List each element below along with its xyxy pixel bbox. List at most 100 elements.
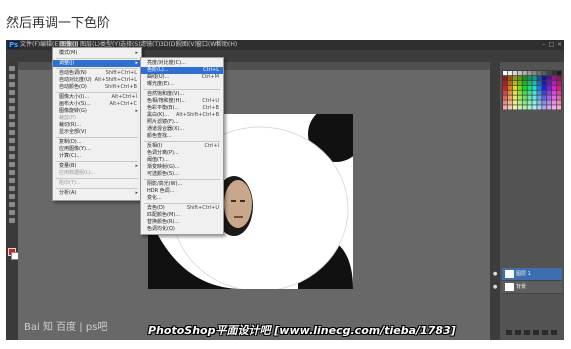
layer-row-background[interactable]: ● 背景 xyxy=(493,281,562,294)
color-swatch[interactable] xyxy=(547,90,552,95)
color-swatch[interactable] xyxy=(552,75,557,81)
color-swatch[interactable] xyxy=(537,105,542,110)
color-swatch[interactable] xyxy=(512,85,517,90)
history-brush-tool-icon[interactable] xyxy=(9,138,15,143)
menu-item-duplicate[interactable]: 复制(D)... xyxy=(53,139,141,146)
new-group-icon[interactable] xyxy=(533,330,539,335)
color-swatch[interactable] xyxy=(537,90,542,95)
color-swatch[interactable] xyxy=(542,105,547,110)
menu-item-crop[interactable]: 裁剪(P) xyxy=(53,115,141,122)
color-swatch[interactable] xyxy=(552,105,557,110)
color-swatch[interactable] xyxy=(522,90,527,95)
color-swatch[interactable] xyxy=(517,90,522,95)
menu-item-channel-mixer[interactable]: 通道混合器(X)... xyxy=(141,126,223,133)
menu-item-shadows-highlights[interactable]: 阴影/高光(W)... xyxy=(141,181,223,188)
color-swatch[interactable] xyxy=(537,80,542,85)
menu-item-gradient-map[interactable]: 渐变映射(G)... xyxy=(141,164,223,171)
color-swatch[interactable] xyxy=(522,71,527,76)
color-swatch[interactable] xyxy=(527,105,532,110)
menu-item-image-size[interactable]: 图像大小(I)... Alt+Ctrl+I xyxy=(53,94,141,101)
hand-tool-icon[interactable] xyxy=(9,210,15,215)
menu-item-curves[interactable]: 曲线(U)... Ctrl+M xyxy=(141,74,223,81)
zoom-tool-icon[interactable] xyxy=(9,218,15,223)
layer-row-1[interactable]: ● 图层 1 xyxy=(493,268,562,281)
lasso-tool-icon[interactable] xyxy=(9,82,15,87)
color-swatch[interactable] xyxy=(517,85,522,90)
color-swatch[interactable] xyxy=(517,105,522,110)
color-swatch[interactable] xyxy=(556,90,562,95)
color-swatch[interactable] xyxy=(542,95,547,100)
pen-tool-icon[interactable] xyxy=(9,178,15,183)
color-swatch[interactable] xyxy=(532,80,537,85)
menu-help[interactable]: 帮助(H) xyxy=(216,41,237,49)
color-swatch[interactable] xyxy=(517,100,522,105)
layer-style-icon[interactable] xyxy=(515,330,521,335)
color-swatch[interactable] xyxy=(537,71,542,76)
healing-tool-icon[interactable] xyxy=(9,114,15,119)
eyedropper-tool-icon[interactable] xyxy=(9,106,15,111)
color-swatch[interactable] xyxy=(507,80,513,85)
color-swatch[interactable] xyxy=(527,80,532,85)
color-swatch[interactable] xyxy=(507,90,513,95)
color-swatch[interactable] xyxy=(503,85,508,90)
color-swatch[interactable] xyxy=(512,71,517,76)
path-select-tool-icon[interactable] xyxy=(9,194,15,199)
color-swatch[interactable] xyxy=(503,75,508,81)
menu-item-calculations[interactable]: 计算(C)... xyxy=(53,153,141,160)
gradient-tool-icon[interactable] xyxy=(9,154,15,159)
menu-item-posterize[interactable]: 色调分离(P)... xyxy=(141,150,223,157)
menu-item-image-rotation[interactable]: 图像旋转(G) ▸ xyxy=(53,108,141,115)
color-swatch[interactable] xyxy=(512,90,517,95)
menu-item-color-balance[interactable]: 色彩平衡(B)... Ctrl+B xyxy=(141,105,223,112)
color-swatch[interactable] xyxy=(542,90,547,95)
menu-item-threshold[interactable]: 阈值(T)... xyxy=(141,157,223,164)
color-swatch[interactable] xyxy=(552,71,557,76)
color-swatch[interactable] xyxy=(503,80,508,85)
visibility-eye-icon[interactable]: ● xyxy=(493,271,497,277)
menu-item-hdr-toning[interactable]: HDR 色调... xyxy=(141,188,223,195)
menu-item-black-white[interactable]: 黑白(K)... Alt+Shift+Ctrl+B xyxy=(141,112,223,119)
menu-item-trim[interactable]: 裁切(R)... xyxy=(53,122,141,129)
color-swatch[interactable] xyxy=(522,100,527,105)
color-swatch[interactable] xyxy=(527,85,532,90)
color-swatch[interactable] xyxy=(522,85,527,90)
color-swatch[interactable] xyxy=(556,71,562,76)
color-swatch[interactable] xyxy=(527,71,532,76)
stamp-tool-icon[interactable] xyxy=(9,130,15,135)
minimize-icon[interactable]: – xyxy=(540,41,547,48)
menu-item-levels[interactable]: 色阶(L)... Ctrl+L xyxy=(141,67,223,74)
menu-item-mode[interactable]: 模式(M) ▸ xyxy=(53,50,141,57)
color-swatch[interactable] xyxy=(517,80,522,85)
type-tool-icon[interactable] xyxy=(9,186,15,191)
color-swatch[interactable] xyxy=(512,100,517,105)
menu-item-trap[interactable]: 陷印(T)... xyxy=(53,180,141,187)
menu-item-reveal-all[interactable]: 显示全部(V) xyxy=(53,129,141,136)
color-swatch[interactable] xyxy=(537,75,542,81)
color-swatch[interactable] xyxy=(522,80,527,85)
color-swatch[interactable] xyxy=(547,105,552,110)
brush-tool-icon[interactable] xyxy=(9,122,15,127)
add-mask-icon[interactable] xyxy=(524,330,530,335)
swatches-panel[interactable] xyxy=(502,70,562,110)
color-swatch[interactable] xyxy=(532,75,537,81)
menu-item-apply-data-set[interactable]: 应用数据组(L)... xyxy=(53,170,141,177)
color-swatch[interactable] xyxy=(537,100,542,105)
color-swatch[interactable] xyxy=(507,71,513,76)
menu-item-exposure[interactable]: 曝光度(E)... xyxy=(141,81,223,88)
menu-item-match-color[interactable]: 匹配颜色(M)... xyxy=(141,212,223,219)
color-swatch[interactable] xyxy=(556,85,562,90)
color-swatch[interactable] xyxy=(517,95,522,100)
color-swatch[interactable] xyxy=(532,95,537,100)
menu-item-color-lookup[interactable]: 颜色查找... xyxy=(141,133,223,140)
menu-item-apply-image[interactable]: 应用图像(Y)... xyxy=(53,146,141,153)
menu-item-auto-tone[interactable]: 自动色调(N) Shift+Ctrl+L xyxy=(53,70,141,77)
color-swatch[interactable] xyxy=(503,95,508,100)
color-swatch[interactable] xyxy=(507,100,513,105)
delete-layer-icon[interactable] xyxy=(551,330,557,335)
color-swatch[interactable] xyxy=(532,85,537,90)
menu-file[interactable]: 文件(F) xyxy=(20,41,40,49)
menu-item-auto-color[interactable]: 自动颜色(O) Shift+Ctrl+B xyxy=(53,84,141,91)
color-swatch[interactable] xyxy=(552,80,557,85)
color-swatch[interactable] xyxy=(532,90,537,95)
menu-item-invert[interactable]: 反相(I) Ctrl+I xyxy=(141,143,223,150)
